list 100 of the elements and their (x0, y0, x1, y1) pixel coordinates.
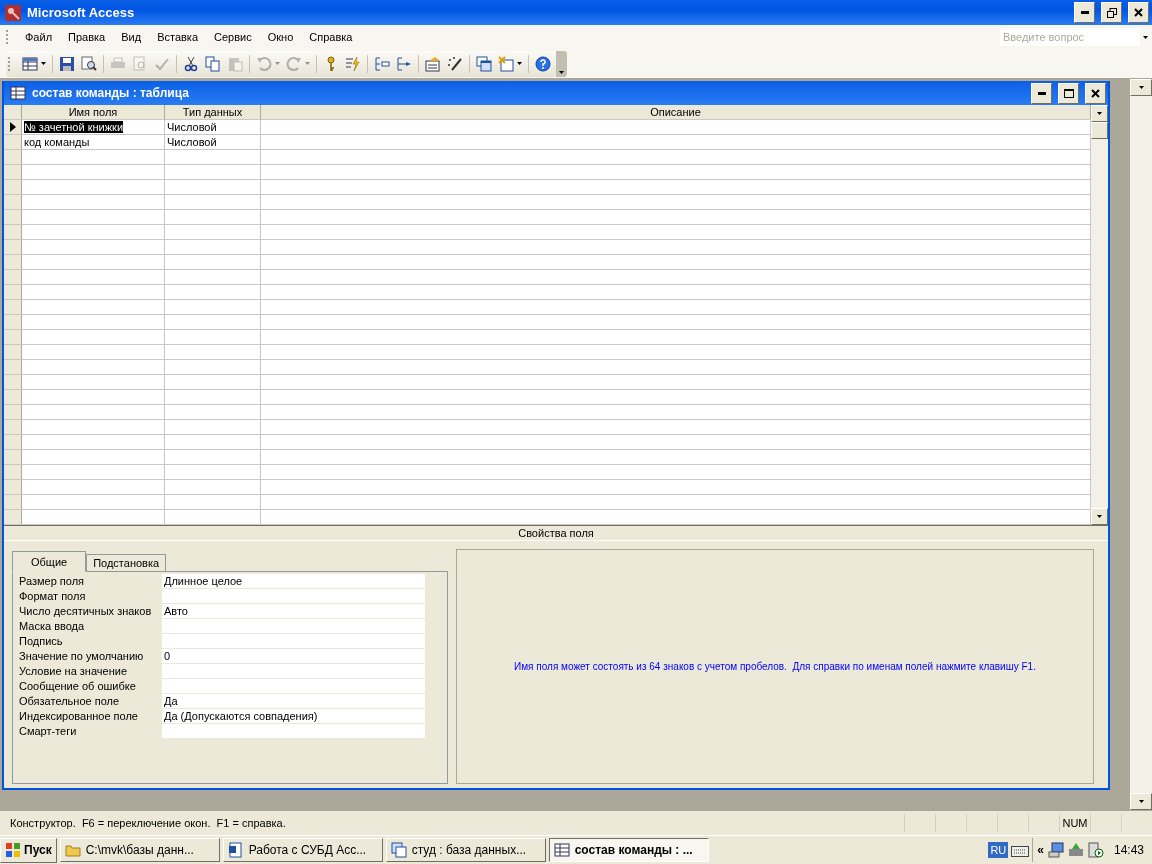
row-selector[interactable] (4, 120, 22, 134)
caret-icon (517, 62, 522, 65)
property-field[interactable]: 0 (162, 649, 425, 663)
tab[interactable]: Подстановка (86, 554, 167, 572)
toolbar-options-button[interactable] (556, 50, 567, 77)
column-header[interactable]: Тип данных (165, 105, 261, 119)
status-indicator: NUM (1059, 814, 1090, 832)
restore-button[interactable] (1101, 2, 1122, 23)
caret-icon (1097, 515, 1102, 518)
caret-icon (1138, 800, 1144, 803)
keyboard-icon[interactable] (1011, 843, 1030, 857)
new-object-icon (498, 55, 514, 72)
scrollbar[interactable] (1130, 79, 1152, 810)
windows-icon (390, 842, 407, 858)
magic-wand-icon (447, 55, 463, 72)
close-button[interactable] (1085, 82, 1106, 104)
property-field[interactable]: Длинное целое (162, 574, 425, 588)
network-computer-icon[interactable] (1047, 842, 1064, 858)
caret-icon (1097, 112, 1102, 115)
table-icon (22, 55, 38, 72)
menu-item[interactable]: Окно (259, 29, 302, 45)
language-indicator[interactable]: RU (988, 842, 1009, 858)
property-label: Число десятичных знаков (19, 604, 153, 618)
minimize-button[interactable] (1031, 82, 1052, 104)
show-hidden-icons-button[interactable]: « (1037, 843, 1044, 857)
scroll-up-button[interactable] (1091, 105, 1108, 122)
scroll-up-button[interactable] (1130, 79, 1152, 96)
property-label: Значение по умолчанию (19, 649, 145, 663)
windows-flag-icon (5, 842, 21, 858)
caret-icon (275, 62, 280, 65)
caret-icon (1138, 86, 1144, 89)
table-cell[interactable]: код команды (24, 136, 90, 148)
property-label: Маска ввода (19, 619, 86, 633)
property-label: Размер поля (19, 574, 86, 588)
taskbar-button[interactable]: C:\mvk\базы данн... (59, 838, 220, 862)
column-header[interactable]: Имя поля (22, 105, 165, 119)
property-field[interactable] (162, 679, 425, 693)
minimize-button[interactable] (1074, 2, 1095, 23)
property-label: Сообщение об ошибке (19, 679, 137, 693)
minimize-icon (1037, 91, 1046, 95)
property-field[interactable]: Да (Допускаются совпадения) (162, 709, 425, 723)
menu-item[interactable]: Правка (60, 29, 114, 45)
delete-rows-icon (396, 55, 412, 72)
help-icon (535, 55, 551, 72)
menu-item[interactable]: Вставка (149, 29, 206, 45)
caret-icon (305, 62, 310, 65)
close-icon (1134, 8, 1143, 17)
property-field[interactable] (162, 634, 425, 648)
help-text: Имя поля может состоять из 64 знаков с учетом пробелов. Для справки по именам полей нажмите клавишу F1. (514, 661, 1036, 672)
caret-icon (41, 62, 46, 65)
table-cell[interactable]: № зачетной книжки (24, 121, 124, 133)
undo-arrow-icon (256, 55, 272, 72)
lightning-icon (345, 55, 361, 72)
column-header[interactable]: Описание (261, 105, 1091, 119)
scrollbar[interactable] (1091, 105, 1108, 525)
property-label: Обязательное поле (19, 694, 121, 708)
clock: 14:43 (1113, 843, 1144, 857)
taskbar-button[interactable]: студ : база данных... (385, 838, 546, 862)
document-icon (227, 842, 244, 858)
property-field[interactable] (162, 664, 425, 678)
insert-rows-icon (374, 55, 390, 72)
maximize-icon (1063, 88, 1074, 98)
menu-item[interactable]: Справка (301, 29, 361, 45)
section-title: Свойства поля (517, 526, 595, 540)
copy-icon (205, 55, 221, 72)
menu-item[interactable]: Сервис (206, 29, 260, 45)
property-field[interactable] (162, 724, 425, 738)
property-field[interactable] (162, 589, 425, 603)
property-label: Смарт-теги (19, 724, 78, 738)
windows-icon (476, 55, 492, 72)
minimize-icon (1080, 11, 1089, 14)
table-cell[interactable]: Числовой (165, 120, 261, 134)
property-label: Формат поля (19, 589, 87, 603)
caret-icon (1143, 35, 1148, 39)
tab[interactable]: Общие (12, 551, 87, 572)
folder-icon (64, 842, 81, 858)
scroll-down-button[interactable] (1091, 508, 1108, 525)
taskbar-button[interactable]: состав команды : ... (548, 838, 709, 862)
table-cell[interactable]: Числовой (165, 135, 261, 149)
menu-item[interactable]: Файл (17, 29, 61, 45)
caret-icon (559, 70, 564, 74)
property-label: Индексированное поле (19, 709, 139, 723)
start-button[interactable]: Пуск (0, 837, 57, 863)
maximize-button[interactable] (1058, 82, 1079, 104)
question-field[interactable]: Введите вопрос (1000, 28, 1140, 46)
key-icon (5, 4, 21, 21)
magnifier-icon (132, 55, 148, 72)
search-icon (81, 55, 97, 72)
close-button[interactable] (1128, 2, 1149, 23)
property-field[interactable] (162, 619, 425, 633)
scroll-down-button[interactable] (1130, 793, 1152, 810)
clipboard-icon (227, 55, 243, 72)
taskbar-button[interactable]: Работа с СУБД Acc... (222, 838, 383, 862)
property-label: Условие на значение (19, 664, 128, 678)
scroll-thumb[interactable] (1091, 122, 1108, 139)
media-icon[interactable] (1087, 842, 1104, 858)
menu-item[interactable]: Вид (113, 29, 150, 45)
status-text: Конструктор. F6 = переключение окон. F1 = справка. (9, 817, 287, 829)
property-field[interactable]: Да (162, 694, 425, 708)
property-field[interactable]: Авто (162, 604, 425, 618)
